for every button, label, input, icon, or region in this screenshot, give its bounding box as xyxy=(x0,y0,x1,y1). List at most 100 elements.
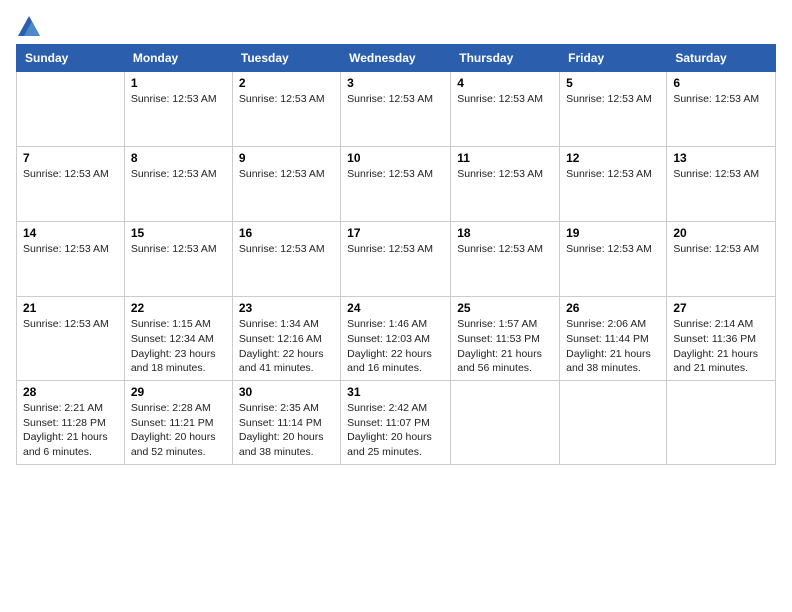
calendar-cell: 11Sunrise: 12:53 AM xyxy=(451,147,560,222)
cell-info-text: Sunrise: 12:53 AM xyxy=(23,317,118,332)
cell-info-text: Sunrise: 2:28 AMSunset: 11:21 PMDaylight… xyxy=(131,401,226,460)
cell-info-text: Sunrise: 12:53 AM xyxy=(23,167,118,182)
cell-day-number: 28 xyxy=(23,385,118,399)
cell-day-number: 19 xyxy=(566,226,660,240)
calendar-cell: 12 Sunrise: 12:53 AM xyxy=(560,147,667,222)
weekday-header: Wednesday xyxy=(341,45,451,72)
cell-day-number: 20 xyxy=(673,226,769,240)
cell-day-number: 24 xyxy=(347,301,444,315)
cell-info-text: Sunrise: 12:53 AM xyxy=(131,242,226,257)
cell-day-number: 12 xyxy=(566,151,660,165)
cell-day-number: 25 xyxy=(457,301,553,315)
cell-info-text: Sunrise: 12:53 AM xyxy=(347,92,444,107)
calendar-week-row: 21 Sunrise: 12:53 AM 22 Sunrise: 1:15 AMSun… xyxy=(17,297,776,381)
cell-info-text: Sunrise: 12:53 AM xyxy=(566,167,660,182)
calendar-header-row: SundayMondayTuesdayWednesdayThursdayFrid… xyxy=(17,45,776,72)
cell-info-text: Sunrise: 1:46 AMSunset: 12:03 AMDaylight… xyxy=(347,317,444,376)
cell-info-text: Sunrise: 2:14 AMSunset: 11:36 PMDaylight… xyxy=(673,317,769,376)
calendar-cell: 10 Sunrise: 12:53 AM xyxy=(341,147,451,222)
cell-info-text: Sunrise: 12:53 AM xyxy=(673,167,769,182)
cell-day-number: 10 xyxy=(347,151,444,165)
page-header xyxy=(16,16,776,36)
calendar-week-row: 28Sunrise: 2:21 AMSunset: 11:28 PMDaylig… xyxy=(17,381,776,465)
cell-day-number: 26 xyxy=(566,301,660,315)
weekday-header: Thursday xyxy=(451,45,560,72)
cell-info-text: Sunrise: 12:53 AM xyxy=(347,242,444,257)
cell-day-number: 5 xyxy=(566,76,660,90)
cell-info-text: Sunrise: 12:53 AM xyxy=(566,92,660,107)
calendar-cell: 6 Sunrise: 12:53 AM xyxy=(667,72,776,147)
calendar-cell: 8 Sunrise: 12:53 AM xyxy=(124,147,232,222)
calendar-cell: 13 Sunrise: 12:53 AM xyxy=(667,147,776,222)
calendar-table: SundayMondayTuesdayWednesdayThursdayFrid… xyxy=(16,44,776,465)
calendar-cell: 28Sunrise: 2:21 AMSunset: 11:28 PMDaylig… xyxy=(17,381,125,465)
cell-info-text: Sunrise: 2:06 AMSunset: 11:44 PMDaylight… xyxy=(566,317,660,376)
cell-day-number: 22 xyxy=(131,301,226,315)
cell-info-text: Sunrise: 12:53 AM xyxy=(131,167,226,182)
weekday-header: Friday xyxy=(560,45,667,72)
cell-day-number: 18 xyxy=(457,226,553,240)
logo-icon xyxy=(18,16,40,36)
calendar-week-row: 14Sunrise: 12:53 AM15Sunrise: 12:53 AM16… xyxy=(17,222,776,297)
calendar-cell xyxy=(451,381,560,465)
weekday-header: Saturday xyxy=(667,45,776,72)
cell-info-text: Sunrise: 12:53 AM xyxy=(457,167,553,182)
cell-info-text: Sunrise: 1:15 AMSunset: 12:34 AMDaylight… xyxy=(131,317,226,376)
weekday-header: Sunday xyxy=(17,45,125,72)
calendar-cell: 19 Sunrise: 12:53 AM xyxy=(560,222,667,297)
cell-day-number: 1 xyxy=(131,76,226,90)
calendar-cell: 1 Sunrise: 12:53 AM xyxy=(124,72,232,147)
calendar-cell: 5 Sunrise: 12:53 AM xyxy=(560,72,667,147)
cell-info-text: Sunrise: 12:53 AM xyxy=(673,92,769,107)
cell-info-text: Sunrise: 12:53 AM xyxy=(457,92,553,107)
calendar-cell: 25 Sunrise: 1:57 AMSunset: 11:53 PMDaylig… xyxy=(451,297,560,381)
cell-day-number: 7 xyxy=(23,151,118,165)
cell-info-text: Sunrise: 12:53 AM xyxy=(457,242,553,257)
cell-day-number: 21 xyxy=(23,301,118,315)
cell-day-number: 6 xyxy=(673,76,769,90)
cell-day-number: 15 xyxy=(131,226,226,240)
calendar-cell: 17 Sunrise: 12:53 AM xyxy=(341,222,451,297)
cell-day-number: 17 xyxy=(347,226,444,240)
calendar-cell: 3 Sunrise: 12:53 AM xyxy=(341,72,451,147)
weekday-header: Tuesday xyxy=(232,45,340,72)
cell-day-number: 31 xyxy=(347,385,444,399)
weekday-header: Monday xyxy=(124,45,232,72)
cell-info-text: Sunrise: 12:53 AM xyxy=(131,92,226,107)
cell-info-text: Sunrise: 1:57 AMSunset: 11:53 PMDaylight… xyxy=(457,317,553,376)
calendar-cell: 24 Sunrise: 1:46 AMSunset: 12:03 AMDaylig… xyxy=(341,297,451,381)
calendar-cell: 29 Sunrise: 2:28 AMSunset: 11:21 PMDaylig… xyxy=(124,381,232,465)
cell-day-number: 3 xyxy=(347,76,444,90)
cell-info-text: Sunrise: 12:53 AM xyxy=(23,242,118,257)
cell-info-text: Sunrise: 12:53 AM xyxy=(673,242,769,257)
cell-day-number: 13 xyxy=(673,151,769,165)
cell-day-number: 23 xyxy=(239,301,334,315)
cell-day-number: 16 xyxy=(239,226,334,240)
calendar-cell: 21 Sunrise: 12:53 AM xyxy=(17,297,125,381)
cell-info-text: Sunrise: 12:53 AM xyxy=(239,92,334,107)
calendar-cell: 30 Sunrise: 2:35 AMSunset: 11:14 PMDaylig… xyxy=(232,381,340,465)
calendar-week-row: 1 Sunrise: 12:53 AM 2 Sunrise: 12:53 AM 3 Sun… xyxy=(17,72,776,147)
cell-day-number: 2 xyxy=(239,76,334,90)
calendar-cell xyxy=(667,381,776,465)
cell-info-text: Sunrise: 12:53 AM xyxy=(566,242,660,257)
cell-info-text: Sunrise: 12:53 AM xyxy=(347,167,444,182)
calendar-cell xyxy=(17,72,125,147)
calendar-cell: 31 Sunrise: 2:42 AMSunset: 11:07 PMDaylig… xyxy=(341,381,451,465)
cell-info-text: Sunrise: 2:35 AMSunset: 11:14 PMDaylight… xyxy=(239,401,334,460)
cell-info-text: Sunrise: 12:53 AM xyxy=(239,167,334,182)
cell-day-number: 27 xyxy=(673,301,769,315)
cell-info-text: Sunrise: 2:42 AMSunset: 11:07 PMDaylight… xyxy=(347,401,444,460)
cell-day-number: 9 xyxy=(239,151,334,165)
cell-day-number: 30 xyxy=(239,385,334,399)
calendar-cell: 15 Sunrise: 12:53 AM xyxy=(124,222,232,297)
calendar-cell: 4Sunrise: 12:53 AM xyxy=(451,72,560,147)
cell-day-number: 8 xyxy=(131,151,226,165)
calendar-cell: 22 Sunrise: 1:15 AMSunset: 12:34 AMDaylig… xyxy=(124,297,232,381)
cell-info-text: Sunrise: 1:34 AMSunset: 12:16 AMDaylight… xyxy=(239,317,334,376)
calendar-cell: 2 Sunrise: 12:53 AM xyxy=(232,72,340,147)
calendar-cell: 18 Sunrise: 12:53 AM xyxy=(451,222,560,297)
logo xyxy=(16,16,40,36)
logo-text xyxy=(16,16,40,36)
cell-day-number: 29 xyxy=(131,385,226,399)
